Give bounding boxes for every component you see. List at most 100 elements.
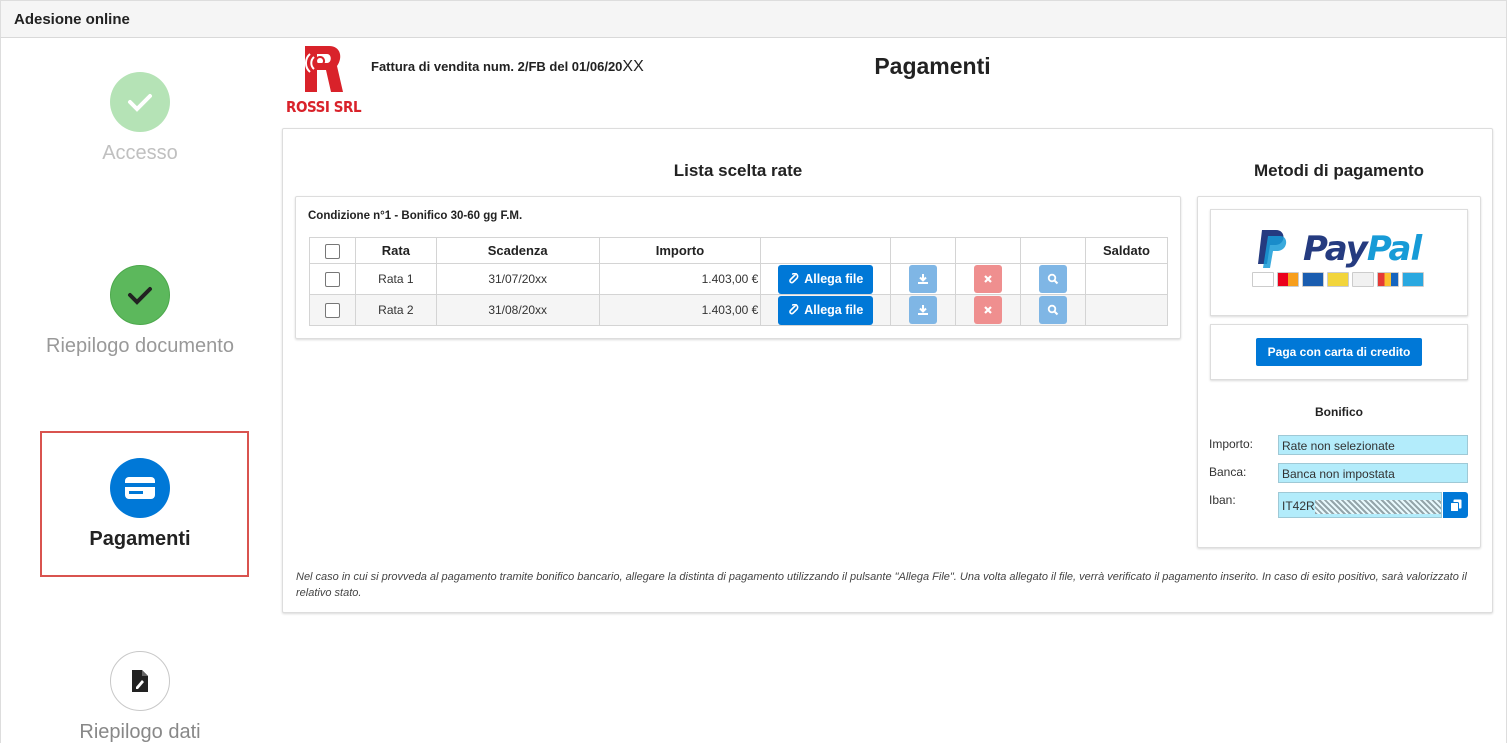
maestro-card-icon [1302, 272, 1324, 287]
check-icon [110, 265, 170, 325]
postepay-card-icon [1327, 272, 1349, 287]
credit-card-icon [110, 458, 170, 518]
banca-label: Banca: [1209, 465, 1247, 479]
row-checkbox[interactable] [324, 271, 340, 287]
rates-table: Rata Scadenza Importo Saldato Rata 1 31/… [309, 237, 1168, 326]
window-title: Adesione online [14, 11, 130, 28]
delete-cell [955, 294, 1022, 326]
rates-section-title: Lista scelta rate [673, 161, 803, 180]
delete-button[interactable] [974, 296, 1003, 324]
search-icon [1047, 273, 1059, 285]
select-all-checkbox[interactable] [324, 243, 340, 259]
table-header-row: Rata Scadenza Importo Saldato [309, 237, 1168, 264]
mastercard-icon [1277, 272, 1299, 287]
step-label: Riepilogo documento [46, 335, 234, 357]
attach-file-button[interactable]: Allega file [778, 264, 874, 294]
column-header: Rata [354, 237, 437, 264]
iban-prefix: IT42R [1282, 499, 1315, 513]
pay-credit-card-button[interactable]: Paga con carta di credito [1256, 338, 1422, 366]
rata-cell: Rata 1 [354, 263, 437, 295]
view-button[interactable] [1039, 265, 1068, 293]
check-icon [110, 72, 170, 132]
company-logo-text: ROSSI SRL [286, 98, 362, 116]
column-header-empty [890, 237, 957, 264]
attach-cell: Allega file [760, 263, 892, 295]
delete-cell [955, 263, 1022, 295]
row-checkbox[interactable] [324, 302, 340, 318]
step-label: Riepilogo dati [79, 721, 201, 743]
step-pagamenti[interactable]: Pagamenti [35, 458, 245, 551]
invoice-title: Fattura di vendita num. 2/FB del 01/06/2… [371, 58, 644, 76]
copy-icon [1449, 499, 1461, 512]
attach-file-button[interactable]: Allega file [778, 295, 874, 325]
step-riepilogo-documento[interactable]: Riepilogo documento [35, 265, 245, 358]
bonifico-title: Bonifico [1315, 405, 1363, 419]
table-row: Rata 1 31/07/20xx 1.403,00 € Allega file [309, 263, 1168, 295]
step-riepilogo-dati[interactable]: Riepilogo dati [35, 651, 245, 744]
delete-button[interactable] [974, 265, 1003, 293]
saldato-cell [1085, 263, 1168, 295]
search-icon [1047, 304, 1059, 316]
view-cell [1020, 263, 1087, 295]
attach-file-label: Allega file [804, 303, 864, 317]
view-cell [1020, 294, 1087, 326]
frame-border-left [0, 38, 1, 743]
iban-label: Iban: [1209, 493, 1236, 507]
copy-iban-button[interactable] [1443, 492, 1468, 518]
scadenza-date: 31/08/20 [488, 303, 536, 317]
scadenza-cell: 31/07/20xx [435, 263, 600, 295]
importo-label: Importo: [1209, 437, 1254, 451]
amex-card-icon [1402, 272, 1424, 287]
download-button[interactable] [909, 265, 938, 293]
visa-card-icon [1252, 272, 1274, 287]
download-icon [918, 305, 929, 315]
close-icon [984, 306, 992, 314]
importo-cell: 1.403,00 € [598, 294, 762, 326]
payment-methods-title: Metodi di pagamento [1254, 161, 1424, 180]
download-cell [890, 294, 957, 326]
payment-note: Nel caso in cui si provveda al pagamento… [296, 571, 1467, 599]
iban-obscured-pattern [1314, 499, 1441, 514]
column-header: Importo [598, 237, 762, 264]
discover-card-icon [1352, 272, 1374, 287]
iban-field: IT42R [1278, 492, 1442, 518]
download-button[interactable] [909, 296, 938, 324]
row-select-cell [309, 263, 356, 295]
column-header-empty [760, 237, 892, 264]
scadenza-year-suffix: xx [535, 272, 548, 286]
column-header: Saldato [1085, 237, 1168, 264]
banca-field: Banca non impostata [1278, 463, 1468, 483]
row-select-cell [309, 294, 356, 326]
step-label: Accesso [102, 142, 178, 164]
column-header-empty [1020, 237, 1087, 264]
table-row: Rata 2 31/08/20xx 1.403,00 € Allega file [309, 294, 1168, 326]
paperclip-icon [789, 304, 799, 315]
step-accesso[interactable]: Accesso [35, 72, 245, 165]
scadenza-cell: 31/08/20xx [435, 294, 600, 326]
column-header: Scadenza [435, 237, 600, 264]
rata-cell: Rata 2 [354, 294, 437, 326]
paypal-word-2: Pal [1366, 229, 1422, 269]
cartasi-card-icon [1377, 272, 1399, 287]
paperclip-icon [789, 273, 799, 284]
column-header-empty [955, 237, 1022, 264]
download-icon [918, 274, 929, 284]
payment-condition: Condizione n°1 - Bonifico 30-60 gg F.M. [308, 210, 523, 222]
select-all-cell [309, 237, 356, 264]
attach-cell: Allega file [760, 294, 892, 326]
invoice-year-suffix: XX [622, 58, 644, 75]
document-edit-icon [110, 651, 170, 711]
close-icon [984, 275, 992, 283]
view-button[interactable] [1039, 296, 1068, 324]
scadenza-year-suffix: xx [535, 303, 548, 317]
page-title: Pagamenti [874, 53, 991, 79]
title-bar: Adesione online [0, 0, 1507, 38]
paypal-word-1: Pay [1303, 229, 1368, 269]
invoice-text: Fattura di vendita num. 2/FB del 01/06/2… [371, 59, 623, 74]
saldato-cell [1085, 294, 1168, 326]
paypal-wordmark: PayPal [1303, 229, 1422, 269]
attach-file-label: Allega file [804, 272, 864, 286]
importo-cell: 1.403,00 € [598, 263, 762, 295]
paypal-logo-icon [1258, 230, 1287, 268]
importo-field: Rate non selezionate [1278, 435, 1468, 455]
